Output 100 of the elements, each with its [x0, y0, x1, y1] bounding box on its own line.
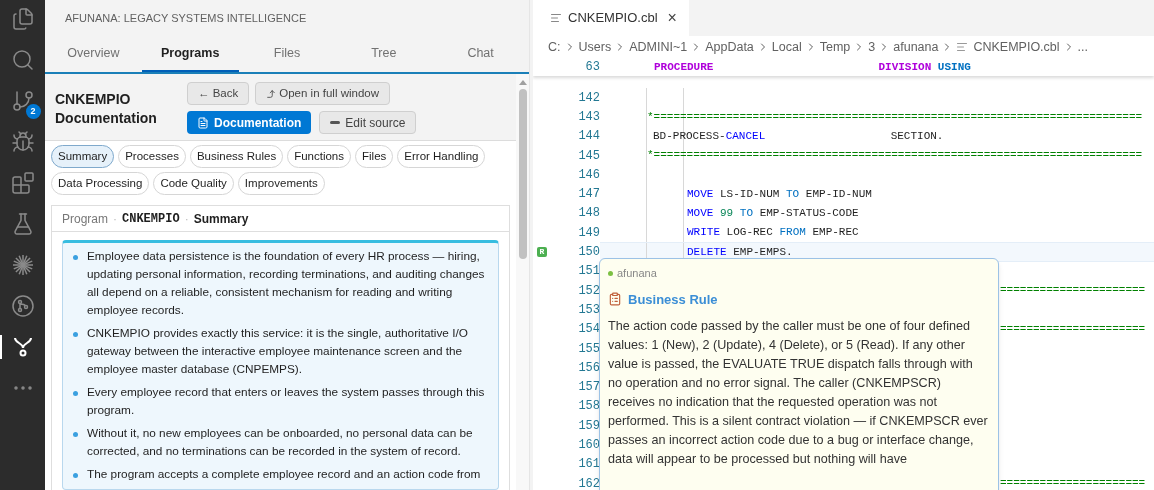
code-token: EMP-EMPS. [732, 245, 793, 258]
branch-circle-icon[interactable] [10, 294, 35, 318]
panel-tab[interactable]: Programs [141, 36, 239, 72]
code-token: EMP-ID-NUM [804, 187, 872, 200]
popup-text: The action code passed by the caller must be one of four defined values: 1 (New), 2 (Update), 4 (Delete), or 5 (Read). If any other value is passed, the EVALUATE TRUE dispatch falls through with no operation and no error signal. The caller (CNKEMPSCR) receives no indication that the requested operation was not performed. This is a silent contract violation — if CNKEMPSCR ever passes an incorrect action code due to a bug or interface change, data will appear to be processed but nothing will have [608, 318, 989, 468]
path-segment[interactable]: Users [578, 37, 612, 57]
open-window-button[interactable]: Open in full window [255, 82, 390, 105]
code-token: MOVE [687, 187, 714, 200]
panel-tab[interactable]: Overview [45, 36, 142, 72]
panel-tab[interactable]: Tree [335, 36, 433, 72]
section-chip[interactable]: Improvements [237, 172, 325, 195]
line-number: 146 [577, 166, 600, 184]
line-number: 153 [577, 301, 600, 319]
tab-label: CNKEMPIO.cbl [568, 9, 658, 28]
line-number: 142 [577, 89, 600, 107]
search-icon[interactable] [10, 48, 35, 72]
line-number: 63 [584, 59, 600, 76]
code-comment: ====================== [1000, 284, 1146, 297]
code-token: LOG-REC [725, 226, 773, 239]
path-segment[interactable]: Local [771, 37, 802, 57]
line-number: 145 [577, 147, 600, 165]
code-token: LS-ID-NUM [719, 187, 780, 200]
breadcrumb-current: Summary [193, 210, 249, 228]
line-number: 151 [577, 263, 600, 281]
code-comment: *========================================================================== [647, 110, 1143, 123]
code-token: FROM [778, 226, 806, 239]
line-number: 158 [577, 398, 600, 416]
section-chip[interactable]: Data Processing [51, 172, 150, 195]
path-segment[interactable]: ... [1077, 37, 1088, 57]
line-number: 159 [577, 417, 600, 435]
pencil-icon [330, 121, 341, 124]
panel-tab[interactable]: Files [238, 36, 336, 72]
line-number: 160 [577, 437, 600, 454]
clipboard-icon [608, 292, 622, 307]
section-chip[interactable]: Files [355, 145, 394, 168]
path-segment[interactable]: afunana [893, 37, 939, 57]
path-segment[interactable]: C: [548, 37, 561, 57]
code-token: 99 [719, 207, 734, 220]
summary-bullet: Employee data persistence is the foundation of every HR process — hiring, updating personal information, recording terminations, and auditing changes all depend on a reliable, consistent mechanism for reading and writing employee records. [87, 248, 486, 319]
code-token: TO [785, 187, 800, 200]
code-token: EMP-STATUS-CODE [758, 207, 859, 220]
back-button[interactable]: ← Back [187, 82, 250, 105]
line-number: 152 [577, 282, 600, 300]
popup-source: afunana [617, 266, 657, 281]
section-chip[interactable]: Error Handling [397, 145, 486, 168]
active-indicator [0, 335, 2, 359]
document-icon [197, 116, 209, 129]
summary-bullet: Every employee record that enters or leaves the system passes through this program. [87, 384, 486, 419]
panel-title: AFUNANA: LEGACY SYSTEMS INTELLIGENCE [65, 10, 307, 26]
section-chip[interactable]: Processes [118, 145, 186, 168]
line-number: 150 [577, 244, 600, 261]
breadcrumb-root[interactable]: Program [62, 209, 108, 228]
line-number: 157 [577, 379, 600, 397]
breadcrumb-separator: · [113, 210, 117, 228]
code-comment: ====================== [1000, 477, 1146, 490]
code-token: BD-PROCESS- [653, 130, 726, 142]
breadcrumb-program[interactable]: CNKEMPIO [122, 209, 180, 228]
path-segment[interactable]: Temp [819, 37, 851, 57]
code-token: EMP-REC [811, 226, 859, 239]
summary-bullet: Without it, no new employees can be onboarded, no personal data can be corrected, and no terminations can be recorded in the system of record. [87, 425, 474, 460]
line-number: 144 [577, 128, 600, 146]
code-token: CANCEL [725, 130, 766, 142]
code-token: DELETE [687, 245, 727, 258]
section-chip[interactable]: Code Quality [153, 172, 234, 195]
section-chip[interactable]: Business Rules [189, 145, 284, 168]
bug-icon[interactable] [10, 130, 35, 154]
close-button[interactable]: × [667, 10, 677, 26]
sticky-code-line: PROCEDURE DIVISION USING [653, 59, 971, 75]
summary-bullet: CNKEMPIO provides exactly this service: it is the single, authoritative I/O gateway between the interactive employee maintenance screen and the employee master database (CNPEMPS). [87, 325, 469, 378]
notification-badge: 2 [25, 104, 41, 119]
edit-source-button[interactable]: Edit source [319, 111, 417, 134]
code-comment: *========================================================================== [647, 149, 1143, 162]
breadcrumb-separator: · [184, 210, 189, 228]
panel-tab[interactable]: Chat [432, 36, 529, 72]
section-chip[interactable]: Summary [51, 145, 115, 168]
starburst-icon[interactable] [10, 253, 35, 277]
lines-icon [550, 12, 562, 24]
corner-arrow-icon [266, 88, 277, 99]
path-segment[interactable]: CNKEMPIO.cbl [973, 37, 1060, 57]
section-chip[interactable]: Functions [287, 145, 351, 168]
line-number: 156 [577, 359, 600, 377]
path-segment[interactable]: 3 [868, 37, 876, 57]
code-token: WRITE [687, 226, 720, 239]
summary-bullet: The program accepts a complete employee record and an action code from [87, 466, 481, 483]
documentation-title: CNKEMPIO Documentation [55, 90, 158, 128]
source-control-icon[interactable] [10, 89, 35, 113]
editor-tab[interactable]: CNKEMPIO.cbl × [533, 0, 689, 36]
line-number: 161 [577, 456, 600, 474]
line-number: 147 [577, 186, 600, 204]
extensions-icon[interactable] [10, 171, 35, 195]
code-comment: ====================== [1000, 322, 1146, 335]
path-segment[interactable]: ADMINI~1 [629, 37, 688, 57]
path-segment[interactable]: AppData [705, 37, 754, 57]
line-number: 149 [577, 224, 600, 242]
line-number: 155 [577, 340, 600, 358]
files-icon[interactable] [10, 7, 35, 31]
popup-title: Business Rule [628, 290, 718, 309]
line-number: 143 [577, 108, 600, 126]
documentation-button[interactable]: Documentation [187, 111, 312, 134]
code-token: SECTION. [889, 130, 944, 142]
